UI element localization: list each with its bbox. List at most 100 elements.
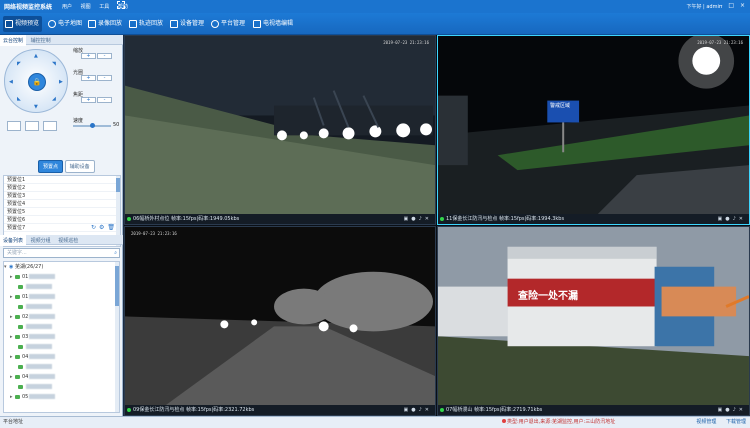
tab-aux-control[interactable]: 辅控控制	[28, 35, 54, 46]
toolbar-playback[interactable]: 录像回放	[86, 16, 125, 32]
globe-icon: ◉	[9, 264, 14, 270]
video-cell[interactable]: 2019-07-23 21:23:16 09保金长江防汛与检点 帧率:15fps…	[124, 226, 436, 416]
ptz-aux-button[interactable]	[43, 121, 57, 131]
tree-node[interactable]	[4, 322, 119, 332]
tree-label: 02	[22, 314, 29, 320]
speed-label: 速度	[73, 118, 84, 124]
download-manage-button[interactable]: 下载管理	[726, 419, 746, 425]
device-search-input[interactable]: 关键字... ⌕	[3, 248, 120, 258]
monitor-icon	[5, 20, 13, 28]
playback-icon	[88, 20, 96, 28]
zoom-control: 缩放 + -	[73, 47, 112, 59]
refresh-icon[interactable]: ↻	[91, 224, 99, 231]
delete-icon[interactable]: 🗑	[107, 224, 118, 231]
video-frame	[438, 227, 749, 406]
user-greeting[interactable]: 下午好 | admin	[686, 3, 722, 10]
tab-presets[interactable]: 预置点	[38, 160, 64, 173]
tree-scrollbar[interactable]	[115, 262, 119, 412]
video-manage-button[interactable]: 视频管理	[696, 419, 716, 425]
preset-item[interactable]: 预置位3	[4, 192, 120, 200]
tree-node[interactable]: ▸ 01	[4, 292, 119, 302]
preset-item[interactable]: 预置位2	[4, 184, 120, 192]
online-indicator	[127, 408, 131, 412]
tree-node[interactable]: ▸ 04	[4, 372, 119, 382]
direction-pad[interactable]: ▲ ▼ ◀ ▶ ◤ ◥ ◣ ◢ 🔒	[4, 49, 68, 113]
tree-node[interactable]: ▸ 02	[4, 312, 119, 322]
tab-ptz-control[interactable]: 云台控制	[0, 35, 27, 46]
sign-text: 警戒区域	[550, 103, 571, 109]
tree-node[interactable]	[4, 342, 119, 352]
platform-icon	[211, 20, 219, 28]
up-arrow-icon[interactable]: ▲	[34, 53, 38, 59]
up-left-arrow-icon[interactable]: ◤	[17, 61, 21, 67]
up-right-arrow-icon[interactable]: ◥	[52, 61, 56, 67]
preset-item[interactable]: 预置位5	[4, 208, 120, 216]
tab-device-list[interactable]: 设备列表	[0, 235, 27, 246]
tab-video-groups[interactable]: 视频分组	[28, 235, 54, 246]
tree-node[interactable]: ▸ 03	[4, 332, 119, 342]
banner-text: 查险一处不漏	[518, 291, 578, 302]
record-icon[interactable]: ●	[725, 407, 732, 413]
menu-view[interactable]: 视图	[81, 4, 91, 10]
camera-icon	[18, 344, 23, 349]
down-arrow-icon[interactable]: ▼	[34, 104, 38, 110]
close-video-icon[interactable]: ✕	[425, 407, 432, 413]
tab-aux-devices[interactable]: 辅助设备	[64, 160, 95, 173]
ptz-aux-button[interactable]	[25, 121, 39, 131]
close-video-icon[interactable]: ✕	[739, 407, 746, 413]
toolbar-label: 设备管理	[180, 20, 205, 27]
toolbar-track[interactable]: 轨迹回放	[127, 16, 166, 32]
video-cell[interactable]: 查险一处不漏 07幅桥漫山 帧率:15fps|码率:2719.71kbs ▣●♪…	[437, 226, 750, 416]
toolbar-label: 电子地图	[58, 20, 83, 27]
toolbar-devices[interactable]: 设备管理	[168, 16, 207, 32]
record-icon[interactable]: ●	[411, 407, 418, 413]
tree-node[interactable]: ▸ 01	[4, 272, 119, 282]
right-arrow-icon[interactable]: ▶	[59, 79, 63, 85]
close-video-icon[interactable]: ✕	[425, 216, 432, 222]
toolbar-platform[interactable]: 平台管理	[209, 16, 248, 32]
video-cell[interactable]: 2019-07-23 21:23:16 06幅桥外村点位 帧率:15fps|码率…	[124, 35, 436, 225]
menu-tools[interactable]: 工具	[99, 4, 109, 10]
tree-root[interactable]: ▾ ◉ 芜湖(26/27)	[4, 262, 119, 272]
left-arrow-icon[interactable]: ◀	[9, 79, 13, 85]
toolbar-label: 平台管理	[221, 20, 246, 27]
toolbar-video-preview[interactable]: 视频预览	[3, 16, 43, 32]
tree-node[interactable]	[4, 362, 119, 372]
zoom-plus-button[interactable]: +	[81, 53, 96, 59]
preset-item[interactable]: 预置位1	[4, 176, 120, 184]
tree-node[interactable]: ▸ 04	[4, 352, 119, 362]
menu-user[interactable]: 用户	[62, 4, 72, 10]
video-frame	[125, 227, 435, 406]
video-cell[interactable]: 警戒区域 2019-07-23 21:23:16 11保金长江防汛与检点 帧率:…	[437, 35, 750, 225]
tree-node[interactable]	[4, 282, 119, 292]
preset-item[interactable]: 预置位6	[4, 216, 120, 224]
alarm-message[interactable]: 类型:用户退出,来源:芜湖监控,用户:三山防汛地址	[502, 417, 667, 428]
down-right-arrow-icon[interactable]: ◢	[52, 96, 56, 102]
iris-minus-button[interactable]: -	[97, 75, 112, 81]
speed-slider-handle[interactable]	[90, 123, 95, 128]
preset-item[interactable]: 预置位4	[4, 200, 120, 208]
ptz-aux-button[interactable]	[7, 121, 21, 131]
iris-plus-button[interactable]: +	[81, 75, 96, 81]
zoom-minus-button[interactable]: -	[97, 53, 112, 59]
search-icon[interactable]: ⌕	[114, 249, 117, 257]
tab-video-patrol[interactable]: 视频巡检	[55, 235, 81, 246]
down-left-arrow-icon[interactable]: ◣	[17, 96, 21, 102]
focus-minus-button[interactable]: -	[97, 97, 112, 103]
alert-icon	[502, 419, 506, 423]
focus-plus-button[interactable]: +	[81, 97, 96, 103]
tree-node[interactable]	[4, 302, 119, 312]
toolbar-tv-wall[interactable]: 电视墙编辑	[251, 16, 296, 32]
minimize-button[interactable]: –	[719, 2, 724, 9]
fullscreen-icon[interactable]	[117, 1, 125, 9]
close-button[interactable]: ×	[740, 2, 747, 9]
lock-icon[interactable]: 🔒	[28, 73, 46, 91]
close-video-icon[interactable]: ✕	[739, 216, 746, 222]
record-icon[interactable]: ●	[411, 216, 418, 222]
toolbar-emap[interactable]: 电子地图	[46, 16, 85, 32]
maximize-button[interactable]: □	[728, 2, 736, 9]
tree-node[interactable]	[4, 382, 119, 392]
video-info: 06幅桥外村点位 帧率:15fps|码率:1949.05kbs	[133, 216, 240, 222]
record-icon[interactable]: ●	[725, 216, 732, 222]
tree-node[interactable]: ▸ 05	[4, 392, 119, 402]
